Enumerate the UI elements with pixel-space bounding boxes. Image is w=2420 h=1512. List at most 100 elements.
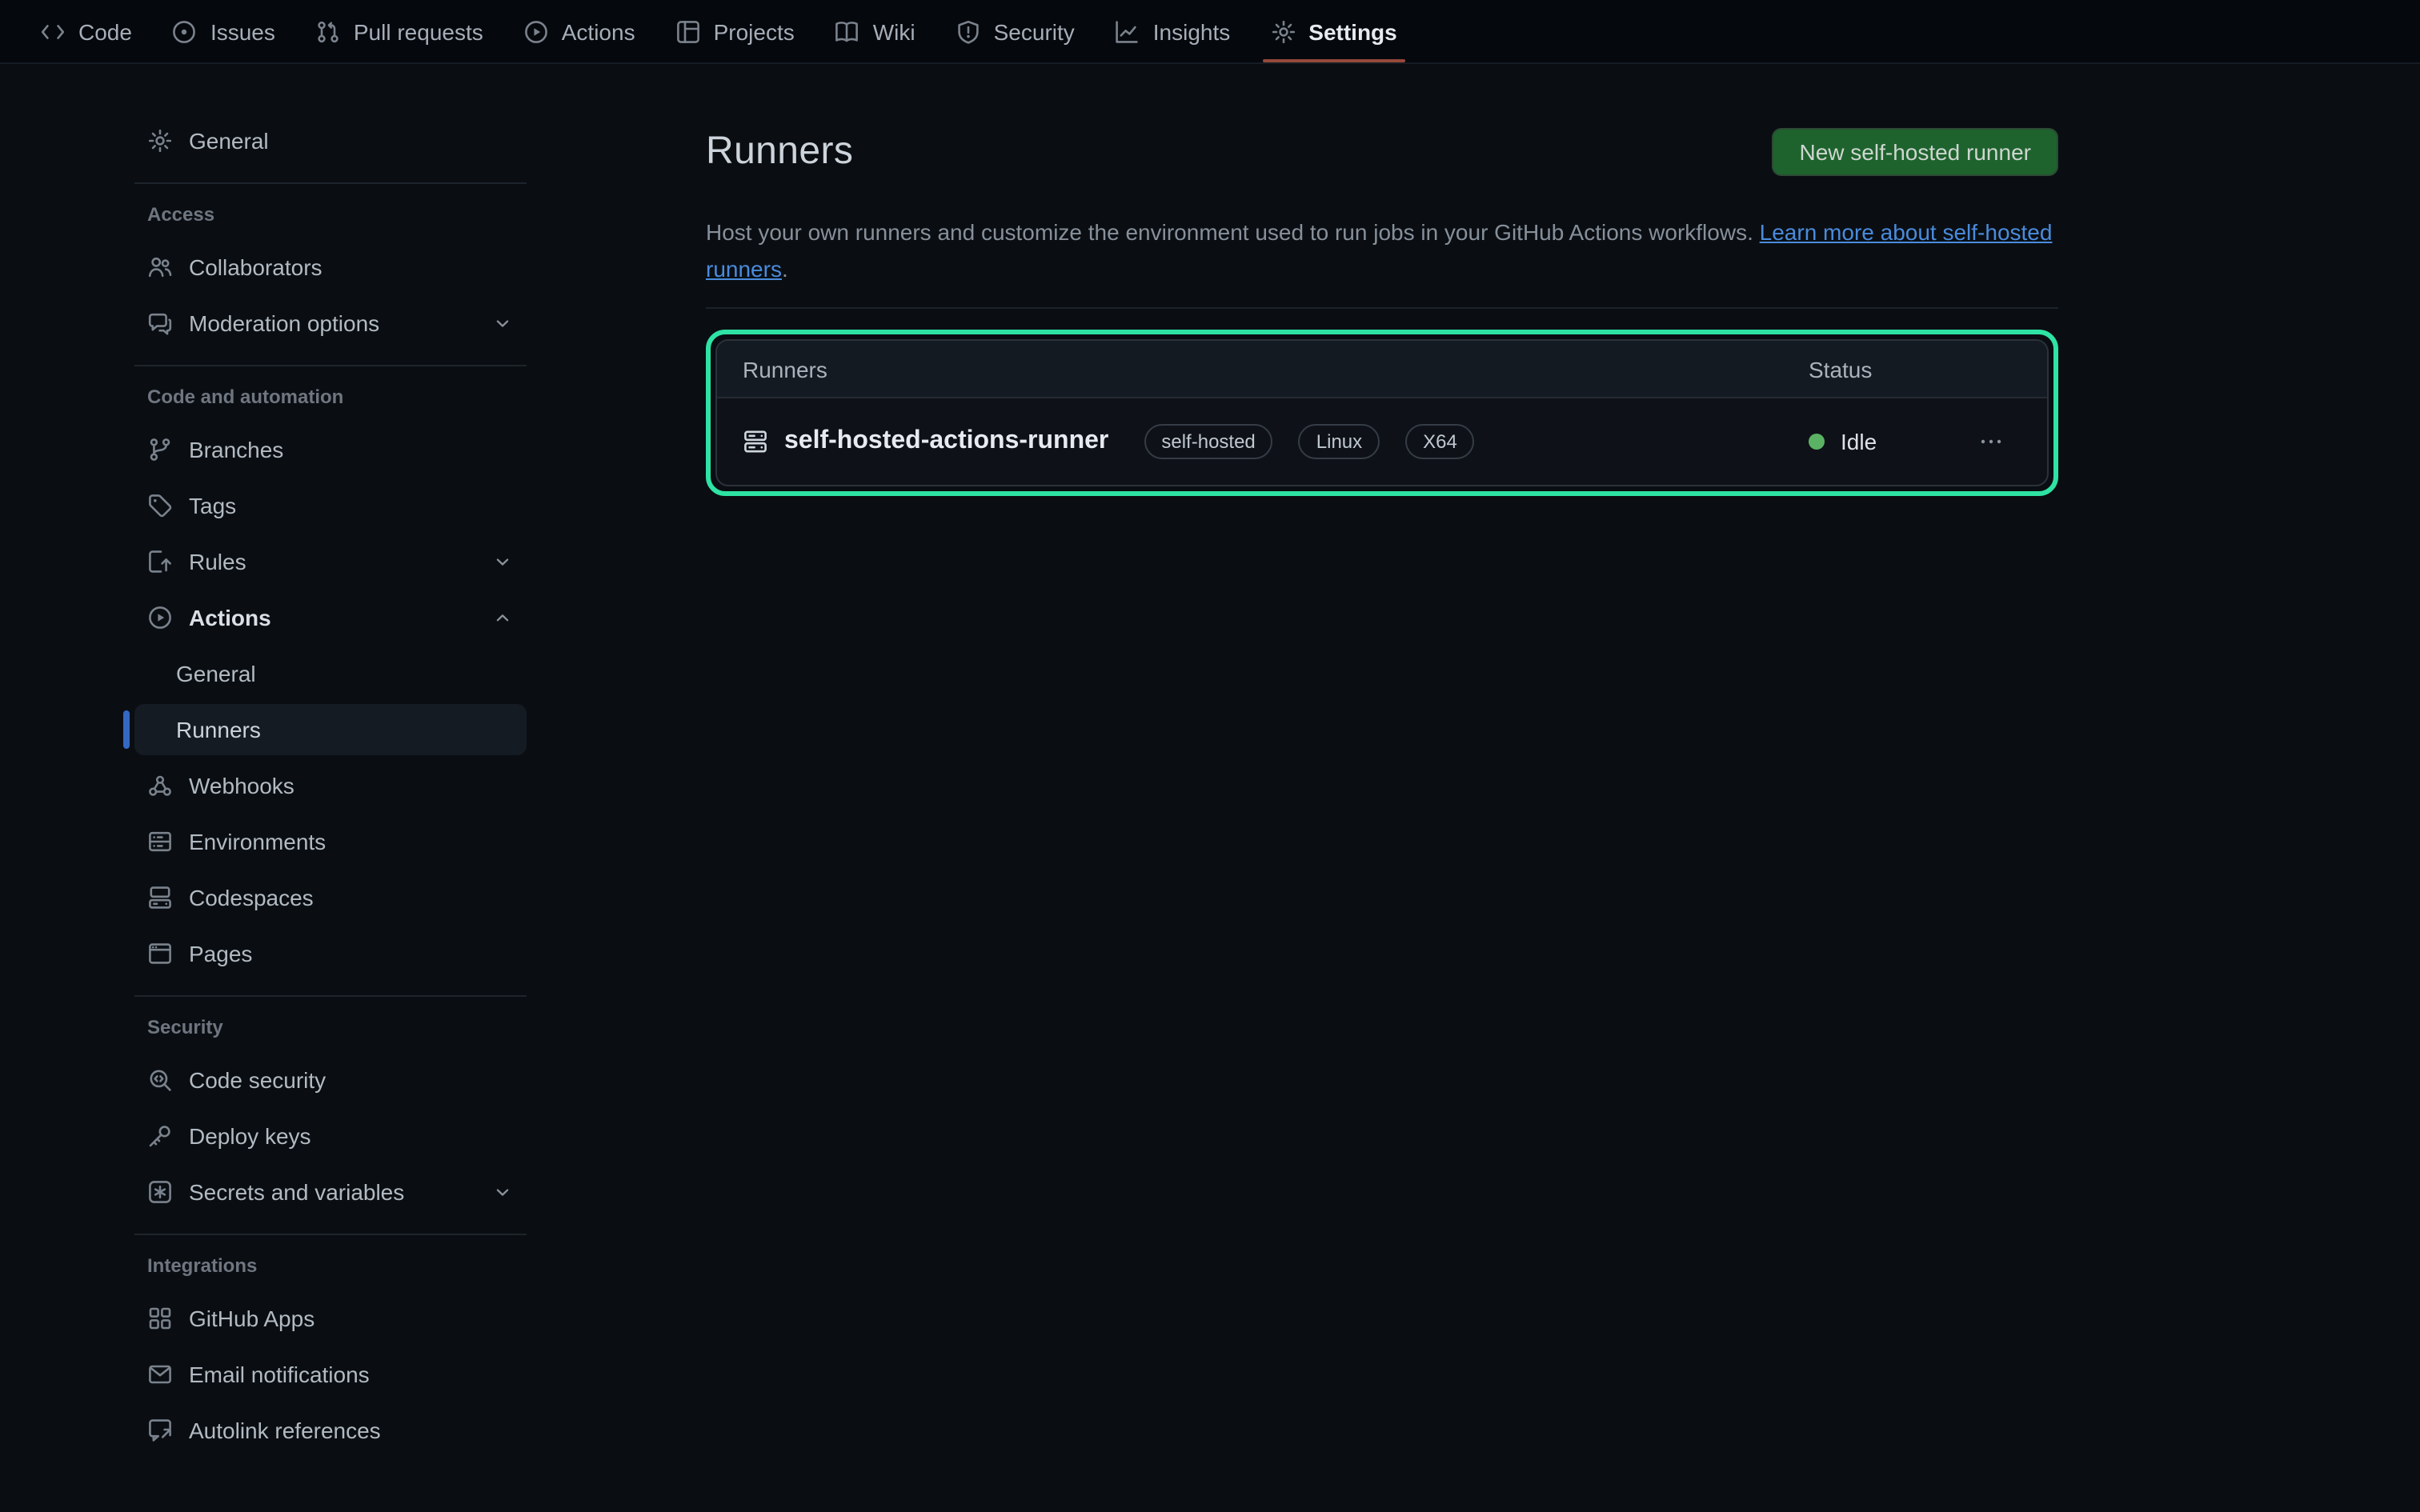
- webhook-icon: [147, 773, 173, 798]
- sidebar-item-actions-general[interactable]: General: [134, 648, 527, 699]
- sidebar-section-security: Security: [147, 1016, 527, 1038]
- rules-icon: [147, 549, 173, 574]
- tab-insights[interactable]: Insights: [1100, 0, 1245, 62]
- sidebar-item-pages[interactable]: Pages: [134, 928, 527, 979]
- sidebar-section-access: Access: [147, 203, 527, 226]
- sidebar-divider: [134, 182, 527, 184]
- codespaces-icon: [147, 885, 173, 910]
- tab-settings[interactable]: Settings: [1256, 0, 1411, 62]
- sidebar-item-moderation-options[interactable]: Moderation options: [134, 298, 527, 349]
- sidebar-item-environments[interactable]: Environments: [134, 816, 527, 867]
- runner-label-self-hosted: self-hosted: [1144, 424, 1272, 459]
- section-divider: [706, 307, 2058, 309]
- tab-security[interactable]: Security: [941, 0, 1089, 62]
- runners-table-header: Runners Status: [717, 341, 2047, 398]
- sidebar-item-email-notifications[interactable]: Email notifications: [134, 1349, 527, 1400]
- tab-label: Issues: [210, 18, 275, 44]
- tab-label: Actions: [562, 18, 635, 44]
- tab-projects[interactable]: Projects: [661, 0, 809, 62]
- sidebar-item-actions-runners[interactable]: Runners: [134, 704, 527, 755]
- sidebar-divider: [134, 1234, 527, 1235]
- play-icon: [523, 18, 549, 44]
- sidebar-item-deploy-keys[interactable]: Deploy keys: [134, 1110, 527, 1162]
- runner-name: self-hosted-actions-runner: [784, 427, 1108, 456]
- tab-issues[interactable]: Issues: [158, 0, 290, 62]
- kebab-horizontal-icon: [1978, 429, 2004, 454]
- tab-label: Projects: [714, 18, 795, 44]
- git-branch-icon: [147, 437, 173, 462]
- sidebar-item-branches[interactable]: Branches: [134, 424, 527, 475]
- runner-label-x64: X64: [1405, 424, 1475, 459]
- chevron-down-icon: [491, 1181, 514, 1203]
- page-title: Runners: [706, 130, 853, 174]
- play-icon: [147, 605, 173, 630]
- agent-highlight-ring: Runners Status self-hosted-actions-runne…: [706, 330, 2058, 496]
- column-header-status: Status: [1809, 356, 1961, 382]
- tab-label: Insights: [1153, 18, 1231, 44]
- gear-icon: [1270, 18, 1296, 44]
- column-header-runners: Runners: [743, 356, 1809, 382]
- codescan-icon: [147, 1067, 173, 1093]
- tab-label: Code: [78, 18, 132, 44]
- tab-label: Wiki: [873, 18, 916, 44]
- status-idle-dot: [1809, 434, 1825, 450]
- tab-actions[interactable]: Actions: [509, 0, 650, 62]
- git-pull-request-icon: [315, 18, 341, 44]
- chevron-down-icon: [491, 550, 514, 573]
- asterisk-box-icon: [147, 1179, 173, 1205]
- gear-icon: [147, 128, 173, 154]
- sidebar-item-actions[interactable]: Actions: [134, 592, 527, 643]
- runners-settings-main: Runners New self-hosted runner Host your…: [706, 64, 2058, 1512]
- tab-label: Settings: [1308, 18, 1396, 44]
- sidebar-section-integrations: Integrations: [147, 1254, 527, 1277]
- sidebar-item-codespaces[interactable]: Codespaces: [134, 872, 527, 923]
- sidebar-section-code-and-automation: Code and automation: [147, 386, 527, 408]
- sidebar-divider: [134, 365, 527, 366]
- new-self-hosted-runner-button[interactable]: New self-hosted runner: [1773, 128, 2059, 176]
- mail-icon: [147, 1362, 173, 1387]
- repo-tab-bar: Code Issues Pull requests Actions Projec…: [0, 0, 2420, 64]
- description-text: Host your own runners and customize the …: [706, 219, 1753, 245]
- sidebar-item-tags[interactable]: Tags: [134, 480, 527, 531]
- sidebar-item-code-security[interactable]: Code security: [134, 1054, 527, 1106]
- runners-table: Runners Status self-hosted-actions-runne…: [715, 339, 2049, 486]
- sidebar-item-collaborators[interactable]: Collaborators: [134, 242, 527, 293]
- apps-icon: [147, 1306, 173, 1331]
- tab-wiki[interactable]: Wiki: [820, 0, 930, 62]
- sidebar-item-general[interactable]: General: [134, 115, 527, 166]
- status-label: Idle: [1841, 429, 1877, 454]
- runner-label-linux: Linux: [1299, 424, 1380, 459]
- shield-icon: [956, 18, 981, 44]
- code-icon: [40, 18, 66, 44]
- issue-opened-icon: [172, 18, 198, 44]
- key-icon: [147, 1123, 173, 1149]
- book-icon: [835, 18, 860, 44]
- sidebar-item-github-apps[interactable]: GitHub Apps: [134, 1293, 527, 1344]
- cross-reference-icon: [147, 1418, 173, 1443]
- browser-icon: [147, 941, 173, 966]
- chevron-down-icon: [491, 312, 514, 334]
- people-icon: [147, 254, 173, 280]
- github-repo-settings-page: Code Issues Pull requests Actions Projec…: [0, 0, 2420, 1512]
- active-tab-underline: [1262, 59, 1404, 62]
- sidebar-item-rules[interactable]: Rules: [134, 536, 527, 587]
- sidebar-item-webhooks[interactable]: Webhooks: [134, 760, 527, 811]
- tab-label: Pull requests: [354, 18, 483, 44]
- description-suffix: .: [782, 256, 788, 282]
- graph-icon: [1115, 18, 1140, 44]
- server-icon: [147, 829, 173, 854]
- settings-sidebar: General Access Collaborators Moderation …: [134, 64, 527, 1512]
- sidebar-item-autolink-references[interactable]: Autolink references: [134, 1405, 527, 1456]
- runner-actions-kebab-button[interactable]: [1978, 429, 2004, 454]
- tag-icon: [147, 493, 173, 518]
- tab-code[interactable]: Code: [26, 0, 146, 62]
- server-rack-icon: [743, 429, 768, 454]
- sidebar-item-secrets-and-variables[interactable]: Secrets and variables: [134, 1166, 527, 1218]
- tab-pull-requests[interactable]: Pull requests: [301, 0, 498, 62]
- table-icon: [675, 18, 701, 44]
- selected-item-accent-bar: [123, 710, 130, 749]
- runner-row[interactable]: self-hosted-actions-runner self-hosted L…: [717, 398, 2047, 485]
- tab-label: Security: [994, 18, 1075, 44]
- chevron-up-icon: [491, 606, 514, 629]
- sidebar-divider: [134, 995, 527, 997]
